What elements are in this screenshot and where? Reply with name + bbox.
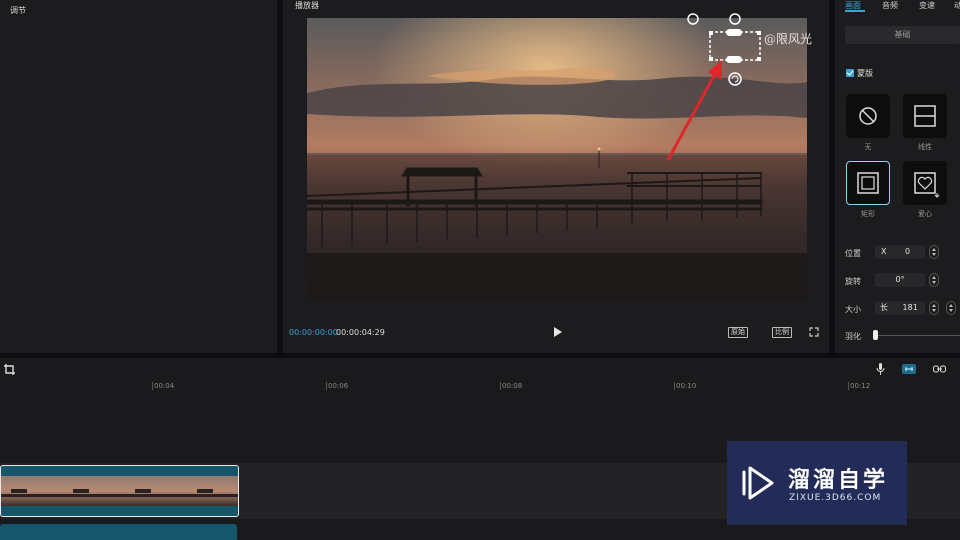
mask-handles-overlay[interactable] <box>660 10 780 170</box>
tab-speed[interactable]: 变速 <box>919 0 935 11</box>
ruler-tick <box>500 382 501 390</box>
mask-rectangle-label: 矩形 <box>861 210 875 218</box>
video-clip[interactable] <box>0 465 239 517</box>
mask-checkbox[interactable] <box>846 69 854 77</box>
adjust-panel: 调节 <box>0 0 277 353</box>
player-title: 播放器 <box>295 1 319 10</box>
position-x-value: 0 <box>905 247 911 256</box>
position-x-stepper[interactable] <box>929 245 939 259</box>
size-length-axis-label: 长 <box>880 303 888 312</box>
active-tab-indicator <box>845 10 865 12</box>
mask-linear-label: 线性 <box>918 143 932 151</box>
mask-none-label: 无 <box>864 143 872 151</box>
original-button[interactable]: 原始 <box>728 327 748 338</box>
tab-audio[interactable]: 音频 <box>882 0 898 11</box>
clip-thumbnails <box>1 476 238 506</box>
ruler-tick-label: 00:10 <box>676 382 697 390</box>
crop-icon[interactable] <box>4 364 15 375</box>
rotate-label: 旋转 <box>845 277 861 286</box>
ruler-tick <box>152 382 153 390</box>
logo-name: 溜溜自学 <box>788 468 889 493</box>
ruler-tick <box>326 382 327 390</box>
total-time: 00:00:04:29 <box>336 328 385 337</box>
video-watermark: @限风光 <box>764 32 813 46</box>
ruler-tick-label: 00:04 <box>154 382 175 390</box>
ruler-tick-label: 00:06 <box>328 382 349 390</box>
size-length-field[interactable]: 长 181 <box>875 301 925 315</box>
current-time: 00:00:00:00 <box>289 328 338 337</box>
ruler-tick <box>674 382 675 390</box>
size-label: 大小 <box>845 305 861 314</box>
size-length-value: 181 <box>902 303 918 312</box>
secondary-clip[interactable] <box>0 524 237 540</box>
rotate-value: 0° <box>895 275 905 284</box>
adjust-panel-title: 调节 <box>10 6 26 15</box>
feather-slider-track[interactable] <box>875 335 960 336</box>
position-x-axis-label: X <box>881 247 887 256</box>
basic-tab-button[interactable]: 基础 <box>845 26 960 44</box>
ruler-tick <box>848 382 849 390</box>
feather-slider-knob[interactable] <box>873 330 878 340</box>
mask-heart-label: 爱心 <box>918 210 932 218</box>
size-width-stepper[interactable] <box>946 301 956 315</box>
position-label: 位置 <box>845 249 861 258</box>
linkage-icon[interactable] <box>933 365 946 373</box>
size-length-stepper[interactable] <box>929 301 939 315</box>
play-icon[interactable] <box>551 326 563 338</box>
prohibited-icon <box>859 107 877 125</box>
mask-rectangle-option[interactable] <box>846 161 890 205</box>
mask-none-option[interactable] <box>846 94 890 138</box>
ruler-tick-label: 00:12 <box>850 382 871 390</box>
position-x-field[interactable]: X 0 <box>875 245 925 259</box>
rotate-field[interactable]: 0° <box>875 273 925 287</box>
feather-label: 羽化 <box>845 332 861 341</box>
fullscreen-icon[interactable] <box>809 327 819 337</box>
mask-label: 蒙版 <box>857 69 873 78</box>
mask-linear-option[interactable] <box>903 94 947 138</box>
ruler-tick-label: 00:08 <box>502 382 523 390</box>
mask-heart-option[interactable] <box>903 161 947 205</box>
tab-animation[interactable]: 动 <box>954 0 960 11</box>
heart-mask-icon <box>914 172 940 198</box>
main-track-link-icon[interactable] <box>902 364 916 374</box>
linear-mask-icon <box>914 105 936 127</box>
ratio-button[interactable]: 比例 <box>772 327 792 338</box>
microphone-icon[interactable] <box>876 363 885 375</box>
rectangle-mask-icon <box>857 172 879 194</box>
play-logo-icon <box>742 466 774 500</box>
timeline-ruler[interactable] <box>0 380 960 392</box>
rotate-stepper[interactable] <box>929 273 939 287</box>
logo-url: ZIXUE.3D66.COM <box>789 493 882 503</box>
